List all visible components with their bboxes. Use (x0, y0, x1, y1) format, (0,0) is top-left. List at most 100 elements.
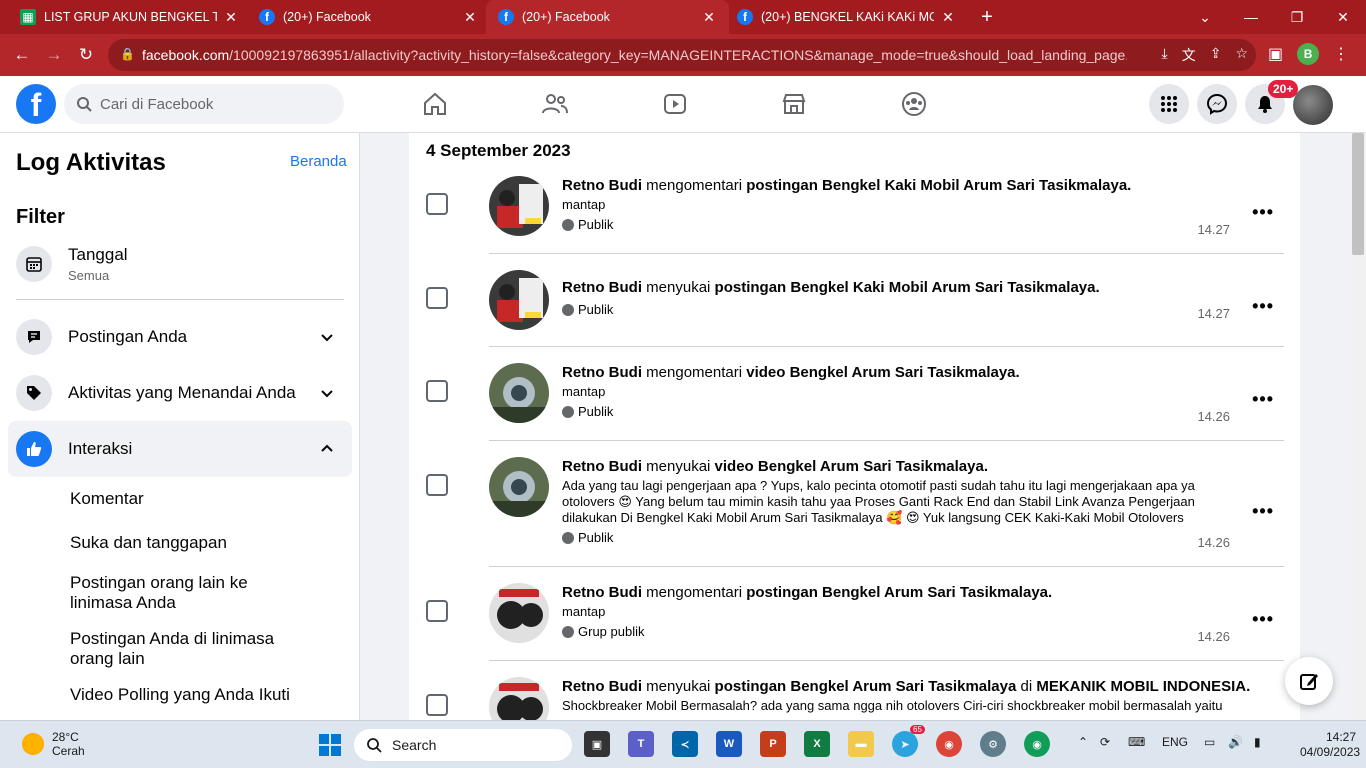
groups-icon[interactable] (896, 86, 932, 122)
close-icon[interactable]: ✕ (223, 9, 239, 26)
chrome-icon[interactable]: ◉ (936, 731, 962, 757)
video-thumbnail[interactable] (489, 363, 549, 423)
more-options-icon[interactable]: ••• (1252, 202, 1274, 223)
scrollbar[interactable] (1350, 133, 1366, 720)
side-panel-icon[interactable]: ▣ (1268, 44, 1283, 64)
back-icon[interactable]: ← (10, 43, 34, 67)
sidebar-subitem-video-polls[interactable]: Video Polling yang Anda Ikuti (70, 685, 300, 705)
show-hidden-icons[interactable]: ⌃ (1078, 735, 1088, 749)
sidebar-subitem-comments[interactable]: Komentar (70, 489, 300, 509)
marketplace-icon[interactable] (776, 86, 812, 122)
divider (489, 660, 1284, 661)
account-avatar[interactable] (1293, 85, 1333, 125)
browser-tab[interactable]: ▦ LIST GRUP AKUN BENGKEL TASIK ✕ (8, 0, 251, 34)
file-explorer-icon[interactable]: ▬ (848, 731, 874, 757)
keyboard-icon[interactable]: ⌨ (1128, 735, 1145, 749)
task-view-icon[interactable]: ▣ (584, 731, 610, 757)
settings-gear-icon[interactable]: ⚙ (980, 731, 1006, 757)
excel-icon[interactable]: X (804, 731, 830, 757)
post-thumbnail[interactable] (489, 176, 549, 236)
tab-search-icon[interactable]: ⌄ (1182, 0, 1228, 34)
more-options-icon[interactable]: ••• (1252, 389, 1274, 410)
bookmark-star-icon[interactable]: ☆ (1235, 45, 1248, 65)
teams-icon[interactable]: T (628, 731, 654, 757)
battery-icon[interactable]: ▮ (1254, 735, 1261, 749)
powerpoint-icon[interactable]: P (760, 731, 786, 757)
close-window-button[interactable]: ✕ (1320, 0, 1366, 34)
calendar-icon (16, 246, 52, 282)
video-icon[interactable] (657, 86, 693, 122)
compose-button[interactable] (1285, 657, 1333, 705)
select-checkbox[interactable] (426, 694, 448, 716)
browser-toolbar: ← → ↻ 🔒 facebook.com/100092197863951/all… (0, 34, 1366, 76)
sidebar-item-interactions[interactable]: Interaksi (8, 421, 352, 477)
address-bar[interactable]: 🔒 facebook.com/100092197863951/allactivi… (108, 39, 1256, 71)
install-icon[interactable]: ⤓ (1162, 45, 1168, 65)
sidebar-subitem-likes[interactable]: Suka dan tanggapan (70, 533, 300, 553)
chrome-profile-icon[interactable]: ◉ (1024, 731, 1050, 757)
language-indicator[interactable]: ENG (1162, 735, 1188, 749)
activity-line: Retno Budi menyukai postingan Bengkel Ka… (562, 279, 1100, 296)
word-icon[interactable]: W (716, 731, 742, 757)
select-checkbox[interactable] (426, 474, 448, 496)
browser-tab[interactable]: f (20+) BENGKEL KAKi KAKi MOBIL ✕ (725, 0, 968, 34)
sidebar-item-label: Interaksi (68, 439, 133, 458)
new-tab-button[interactable]: + (976, 6, 998, 29)
facebook-logo-icon[interactable]: f (16, 84, 56, 124)
facebook-header: f (0, 76, 1366, 133)
weather-widget[interactable]: 28°C Cerah (22, 730, 85, 758)
post-thumbnail[interactable] (489, 583, 549, 643)
tab-title: (20+) BENGKEL KAKi KAKi MOBIL (761, 10, 934, 24)
sidebar-subitem-your-posts-elsewhere[interactable]: Postingan Anda di linimasa orang lain (70, 629, 300, 669)
share-icon[interactable]: ⇪ (1210, 45, 1222, 65)
select-checkbox[interactable] (426, 193, 448, 215)
system-clock[interactable]: 14:27 04/09/2023 (1300, 730, 1360, 760)
date-filter[interactable]: Tanggal Semua (8, 239, 352, 289)
search-input[interactable] (100, 95, 320, 113)
select-checkbox[interactable] (426, 600, 448, 622)
more-options-icon[interactable]: ••• (1252, 609, 1274, 630)
network-icon[interactable]: ▭ (1204, 735, 1215, 749)
telegram-icon[interactable]: ➤ (892, 731, 918, 757)
globe-icon (562, 405, 574, 418)
home-link[interactable]: Beranda (290, 153, 347, 170)
close-icon[interactable]: ✕ (701, 9, 717, 26)
maximize-button[interactable]: ❐ (1274, 0, 1320, 34)
facebook-icon: f (498, 9, 514, 25)
close-icon[interactable]: ✕ (940, 9, 956, 26)
temperature: 28°C (52, 730, 79, 744)
browser-tab-active[interactable]: f (20+) Facebook ✕ (486, 0, 729, 34)
volume-icon[interactable]: 🔊 (1228, 735, 1243, 749)
reload-icon[interactable]: ↻ (74, 43, 98, 67)
search-box[interactable] (64, 84, 344, 124)
translate-icon[interactable]: 文 (1182, 45, 1196, 65)
scrollbar-thumb[interactable] (1352, 133, 1364, 255)
sidebar-item-tagged-activity[interactable]: Aktivitas yang Menandai Anda (8, 369, 352, 417)
select-checkbox[interactable] (426, 380, 448, 402)
taskbar-search[interactable]: Search (354, 729, 572, 761)
more-options-icon[interactable]: ••• (1252, 501, 1274, 522)
menu-kebab-icon[interactable]: ⋮ (1333, 44, 1349, 64)
browser-tab[interactable]: f (20+) Facebook ✕ (247, 0, 490, 34)
menu-grid-icon[interactable] (1149, 84, 1189, 124)
chevron-down-icon (321, 334, 333, 342)
messenger-icon[interactable] (1197, 84, 1237, 124)
post-thumbnail[interactable] (489, 270, 549, 330)
tab-title: (20+) Facebook (283, 10, 371, 24)
start-windows-icon[interactable] (318, 733, 342, 757)
vscode-icon[interactable]: ≺ (672, 731, 698, 757)
sidebar-subitem-others-posts[interactable]: Postingan orang lain ke linimasa Anda (70, 573, 300, 613)
minimize-button[interactable]: — (1228, 0, 1274, 34)
forward-icon[interactable]: → (42, 43, 66, 67)
more-options-icon[interactable]: ••• (1252, 296, 1274, 317)
sidebar-item-your-posts[interactable]: Postingan Anda (8, 313, 352, 361)
profile-avatar[interactable]: B (1297, 43, 1320, 65)
select-checkbox[interactable] (426, 287, 448, 309)
home-icon[interactable] (417, 86, 453, 122)
activity-line: Retno Budi menyukai postingan Bengkel Ar… (562, 678, 1251, 695)
post-thumbnail[interactable] (489, 677, 549, 720)
close-icon[interactable]: ✕ (462, 9, 478, 26)
sync-icon[interactable]: ⟳ (1100, 735, 1110, 749)
friends-icon[interactable] (537, 86, 573, 122)
video-thumbnail[interactable] (489, 457, 549, 517)
